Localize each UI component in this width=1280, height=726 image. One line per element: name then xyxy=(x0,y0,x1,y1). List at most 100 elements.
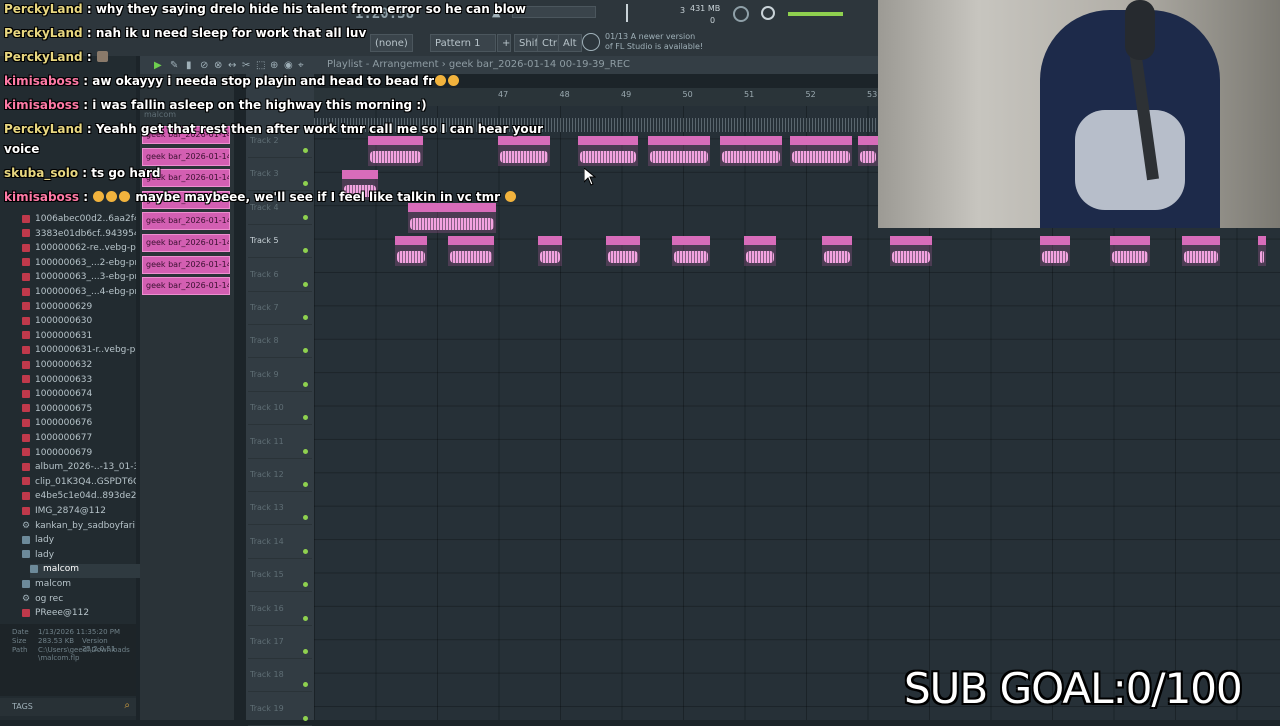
track-enabled-led[interactable] xyxy=(303,548,308,554)
browser-item[interactable]: clip_01K3Q4..GSPDT6GC7MA xyxy=(22,477,136,491)
pattern-item[interactable]: geek bar_2026-01-14 00... xyxy=(142,147,230,166)
track-header[interactable]: Track 13 xyxy=(248,491,312,526)
audio-clip[interactable]: gee..EC xyxy=(395,236,427,266)
browser-item[interactable]: 1000000633 xyxy=(22,375,136,389)
arrangement-name[interactable]: geek bar_2026-01-14 00-19-39_REC xyxy=(449,59,630,70)
browser-item[interactable]: 1000000631 xyxy=(22,331,136,345)
browser-item[interactable]: 100000063_...2-ebg-preview xyxy=(22,258,136,272)
track-enabled-led[interactable] xyxy=(303,615,308,621)
track-header[interactable]: Track 14 xyxy=(248,525,312,559)
track-enabled-led[interactable] xyxy=(303,649,308,654)
track-header[interactable]: Track 3 xyxy=(248,157,312,192)
delete-tool-icon[interactable]: ⊘ xyxy=(200,60,208,71)
browser-item[interactable]: album_2026-..-13_01-35-58 xyxy=(22,462,136,476)
track-enabled-led[interactable] xyxy=(303,515,308,521)
track-header[interactable]: Track 19 xyxy=(248,692,312,726)
browser-item[interactable]: 1000000679 xyxy=(22,448,136,462)
audio-clip[interactable]: geek..REC xyxy=(1182,236,1220,266)
track-enabled-led[interactable] xyxy=(303,715,308,721)
audio-clip[interactable]: gee xyxy=(858,136,878,166)
browser-item[interactable]: malcom xyxy=(22,579,136,593)
track-enabled-led[interactable] xyxy=(303,181,308,187)
track-header[interactable]: Track 5 xyxy=(248,224,312,259)
browser-item[interactable]: 1006abec00d2..6aa2f4565b6 xyxy=(22,214,136,228)
browser-item[interactable]: 100000063_...3-ebg-preview xyxy=(22,272,136,286)
audio-clip[interactable]: geek..REC xyxy=(890,236,932,266)
track-enabled-led[interactable] xyxy=(303,482,308,487)
pattern-none-select[interactable]: (none) xyxy=(370,34,413,52)
browser-item[interactable]: malcom xyxy=(30,564,144,579)
audio-clip[interactable]: geek ba_7_REC xyxy=(648,136,710,166)
track-enabled-led[interactable] xyxy=(303,348,308,354)
browser-item[interactable]: 3383e01db6cf..94395419e87 xyxy=(22,229,136,243)
audio-clip[interactable]: geek..REC xyxy=(672,236,710,266)
browser-item[interactable]: 1000000631-r..vebg-preview xyxy=(22,345,136,359)
track-enabled-led[interactable] xyxy=(303,381,308,387)
track-enabled-led[interactable] xyxy=(303,214,308,220)
track-header[interactable]: Track 11 xyxy=(248,425,312,459)
snap-icon[interactable]: ⌖ xyxy=(298,60,304,71)
track-header[interactable]: Track 8 xyxy=(248,324,312,359)
audio-clip[interactable]: ge..C xyxy=(822,236,852,266)
search-icon[interactable]: ⌕ xyxy=(124,700,130,711)
pattern-selector[interactable]: Pattern 1 xyxy=(430,34,496,52)
track-header[interactable]: Track 7 xyxy=(248,291,312,325)
browser-item[interactable]: PReee@112 xyxy=(22,608,136,622)
audio-clip[interactable]: ge..EC xyxy=(606,236,640,266)
alt-key-button[interactable]: Alt xyxy=(558,34,582,52)
browser-item[interactable]: ⚙ og rec xyxy=(22,594,136,608)
browser-item[interactable]: lady xyxy=(22,535,136,549)
audio-clip[interactable]: ge..C xyxy=(1040,236,1070,266)
audio-clip[interactable]: geek..._REC xyxy=(448,236,494,266)
mute-tool-icon[interactable]: ⊗ xyxy=(214,60,222,71)
track-enabled-led[interactable] xyxy=(303,148,308,153)
track-header[interactable]: Track 15 xyxy=(248,558,312,593)
track-enabled-led[interactable] xyxy=(303,448,308,454)
track-enabled-led[interactable] xyxy=(303,682,308,688)
pattern-item[interactable]: geek bar_2026-01-14 00... xyxy=(142,277,230,296)
pattern-item[interactable]: geek bar_2026-01-14 00... xyxy=(142,234,230,252)
track-header[interactable]: Track 9 xyxy=(248,358,312,392)
slip-tool-icon[interactable]: ↔ xyxy=(228,60,236,71)
track-enabled-led[interactable] xyxy=(303,582,308,588)
audio-clip[interactable]: ge..EC xyxy=(744,236,776,266)
update-notice[interactable]: 01/13 A newer version of FL Studio is av… xyxy=(605,32,705,52)
browser-item[interactable]: 1000000675 xyxy=(22,404,136,418)
browser-item[interactable]: 100000063_...4-ebg-preview xyxy=(22,287,136,301)
audio-clip[interactable]: geek bar_202...10-32_REC xyxy=(408,203,496,233)
track-enabled-led[interactable] xyxy=(303,315,308,320)
audio-clip[interactable]: geek ba_7_REC xyxy=(578,136,638,166)
browser-item[interactable]: 100000062-re..vebg-preview xyxy=(22,243,136,257)
track-header[interactable]: Track 16 xyxy=(248,592,312,626)
metronome-icon[interactable] xyxy=(582,33,600,51)
browser-item[interactable]: 1000000632 xyxy=(22,360,136,374)
tags-bar[interactable]: TAGS ⌕ xyxy=(0,698,136,716)
refresh-icon[interactable] xyxy=(761,6,775,20)
track-enabled-led[interactable] xyxy=(303,415,308,421)
zoom-tool-icon[interactable]: ⊕ xyxy=(270,60,278,71)
browser-item[interactable]: IMG_2874@112 xyxy=(22,506,136,520)
add-pattern-button[interactable]: + xyxy=(497,34,511,52)
browser-item[interactable]: 1000000677 xyxy=(22,433,136,447)
browser-item[interactable]: 1000000674 xyxy=(22,389,136,403)
audio-clip[interactable]: geek bar_21_REC xyxy=(368,136,423,166)
master-volume-slider[interactable] xyxy=(788,12,843,16)
browser-item[interactable]: 1000000676 xyxy=(22,418,136,432)
track-header[interactable]: Track 6 xyxy=(248,258,312,292)
audio-clip[interactable]: geek ba_7_REC xyxy=(720,136,782,166)
pencil-tool-icon[interactable]: ✎ xyxy=(170,60,178,71)
track-enabled-led[interactable] xyxy=(303,281,308,287)
play-icon[interactable]: ▶ xyxy=(154,60,162,71)
browser-item[interactable]: lady xyxy=(22,550,136,564)
audio-clip[interactable]: geek b..._REC xyxy=(498,136,550,166)
browser-item[interactable]: e4be5c1e04d..893de2b462c xyxy=(22,491,136,505)
track-header[interactable]: Track 10 xyxy=(248,391,312,426)
track-header[interactable]: Track 12 xyxy=(248,458,312,492)
playback-tool-icon[interactable]: ◉ xyxy=(284,60,293,71)
audio-clip[interactable]: geek..REC xyxy=(1110,236,1150,266)
track-header[interactable]: Track 17 xyxy=(248,625,312,659)
browser-item[interactable]: ⚙ kankan_by_sadboyfari (1) xyxy=(22,521,136,535)
track-enabled-led[interactable] xyxy=(303,248,308,254)
track-header[interactable]: Track 18 xyxy=(248,658,312,693)
audio-clip[interactable] xyxy=(1258,236,1266,266)
